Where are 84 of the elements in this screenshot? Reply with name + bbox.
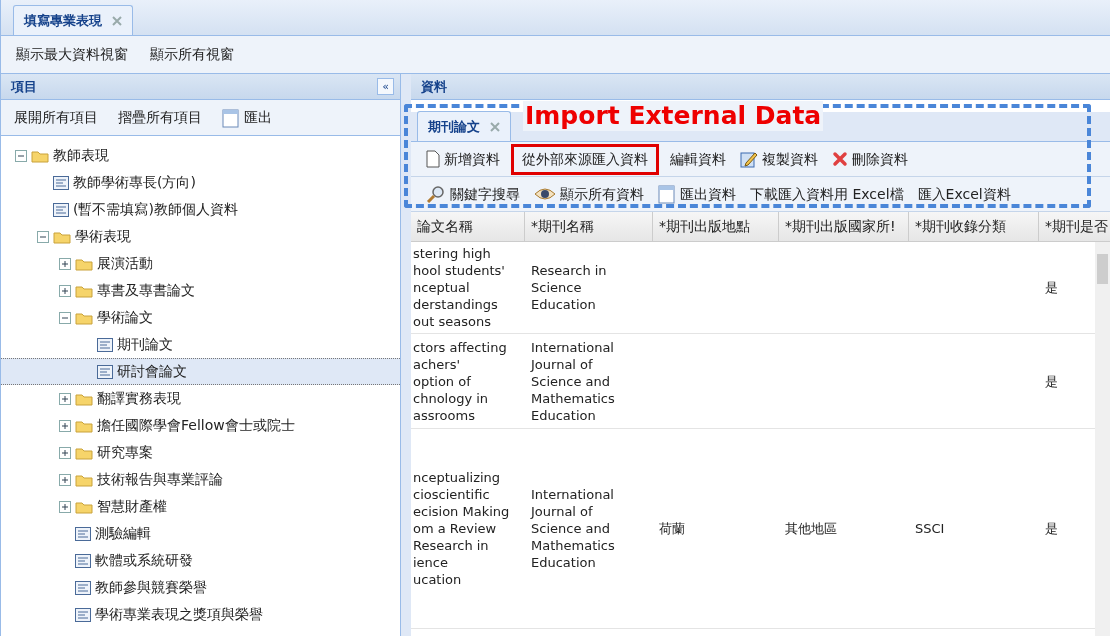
tree-item[interactable]: 研究專案 <box>1 439 400 466</box>
sheet-icon <box>658 184 676 204</box>
toolbar-button[interactable]: 關鍵字搜尋 <box>423 181 523 207</box>
tree-item[interactable]: 學術表現 <box>1 223 400 250</box>
folder-icon <box>75 391 93 406</box>
tree-item[interactable]: 智慧財產權 <box>1 493 400 520</box>
tree-item[interactable]: (暫不需填寫)教師個人資料 <box>1 196 400 223</box>
table-cell: Research in Science Education <box>531 262 607 313</box>
tree-item[interactable]: 專書及專書論文 <box>1 277 400 304</box>
tree-item[interactable]: 擔任國際學會Fellow會士或院士 <box>1 412 400 439</box>
column-header[interactable]: 論文名稱 <box>411 212 525 241</box>
document-icon <box>426 150 440 168</box>
folder-icon <box>75 472 93 487</box>
collapse-button[interactable]: « <box>377 78 394 95</box>
tree-item[interactable]: 展演活動 <box>1 250 400 277</box>
toolbar-button[interactable]: 編輯資料 <box>667 146 729 172</box>
tree-item[interactable]: 教師學術專長(方向) <box>1 169 400 196</box>
tree-item[interactable]: 軟體或系統研發 <box>1 547 400 574</box>
tab[interactable]: 填寫專業表現 <box>13 5 133 35</box>
folder-icon <box>75 445 93 460</box>
form-icon <box>75 553 91 568</box>
table-cell: nceptualizing cioscientific ecision Making om a Review Research in ience ucation <box>413 469 510 588</box>
tree-item[interactable]: 學術論文 <box>1 304 400 331</box>
form-icon <box>97 364 113 379</box>
column-header[interactable]: *期刊出版地點 <box>653 212 779 241</box>
table-cell: International Journal of Science and Mathematics Education <box>531 486 615 571</box>
folder-icon <box>31 148 49 163</box>
form-icon <box>75 607 91 622</box>
scrollbar[interactable] <box>1095 242 1110 636</box>
toolbar-button[interactable]: 展開所有項目 <box>11 105 101 130</box>
toolbar-button[interactable]: 匯入Excel資料 <box>914 181 1014 207</box>
tree-item[interactable]: 技術報告與專業評論 <box>1 466 400 493</box>
folder-icon <box>75 310 93 325</box>
folder-icon <box>53 229 71 244</box>
folder-icon <box>75 256 93 271</box>
column-header[interactable]: *期刊名稱 <box>525 212 653 241</box>
toolbar-button[interactable]: 摺疊所有項目 <box>115 105 205 130</box>
folder-icon <box>75 499 93 514</box>
form-icon <box>53 202 69 217</box>
table-cell: 是 <box>1045 279 1058 296</box>
form-icon <box>53 175 69 190</box>
table-cell: SSCI <box>915 520 945 537</box>
panel-title: 資料 <box>421 77 447 96</box>
toolbar-button[interactable]: 刪除資料 <box>829 146 911 172</box>
table-cell: 是 <box>1045 372 1058 390</box>
annotation-label: Import External Data <box>523 101 824 131</box>
tree-item[interactable]: 學術專業表現之獎項與榮譽 <box>1 601 400 628</box>
toolbar-button[interactable]: 下載匯入資料用 Excel檔 <box>747 181 907 207</box>
form-icon <box>75 526 91 541</box>
close-icon <box>112 15 122 26</box>
table-cell: 其他地區 <box>785 520 837 537</box>
tree-item[interactable]: 研討會論文 <box>1 358 400 385</box>
close-icon <box>490 121 500 132</box>
tree-item[interactable]: 教師表現 <box>1 142 400 169</box>
table-cell: stering high hool students' nceptual derstandings out seasons <box>413 245 505 330</box>
pencil-icon <box>740 150 758 168</box>
table-cell: 是 <box>1045 520 1058 537</box>
eye-icon <box>534 186 556 202</box>
table-cell: 荷蘭 <box>659 520 685 537</box>
table-cell: International Journal of Science and Mathematics Education <box>531 338 615 424</box>
toolbar-link[interactable]: 顯示所有視窗 <box>147 42 237 67</box>
delete-icon <box>832 151 848 167</box>
search-icon <box>426 185 446 203</box>
folder-icon <box>75 418 93 433</box>
folder-icon <box>75 283 93 298</box>
toolbar-button[interactable]: 匯出 <box>219 105 275 130</box>
column-header[interactable]: *期刊是否 <box>1039 212 1110 241</box>
tree-item[interactable]: 期刊論文 <box>1 331 400 358</box>
toolbar-link[interactable]: 顯示最大資料視窗 <box>13 42 131 67</box>
toolbar-button[interactable]: 顯示所有資料 <box>531 181 647 207</box>
panel-title: 項目 <box>11 77 37 96</box>
toolbar-button[interactable]: 新增資料 <box>423 146 503 172</box>
form-icon <box>97 337 113 352</box>
column-header[interactable]: *期刊收錄分類 <box>909 212 1039 241</box>
form-icon <box>75 580 91 595</box>
toolbar-button[interactable]: 複製資料 <box>737 146 821 172</box>
column-header[interactable]: *期刊出版國家所! <box>779 212 909 241</box>
tab[interactable]: 期刊論文 <box>417 111 511 141</box>
tree-item[interactable]: 測驗編輯 <box>1 520 400 547</box>
table-cell: ctors affecting achers' option of chnology in assrooms <box>413 338 507 424</box>
toolbar-button[interactable]: 從外部來源匯入資料 <box>511 143 659 175</box>
sheet-icon <box>222 107 240 128</box>
tree-item[interactable]: 教師參與競賽榮譽 <box>1 574 400 601</box>
tree-item[interactable]: 翻譯實務表現 <box>1 385 400 412</box>
